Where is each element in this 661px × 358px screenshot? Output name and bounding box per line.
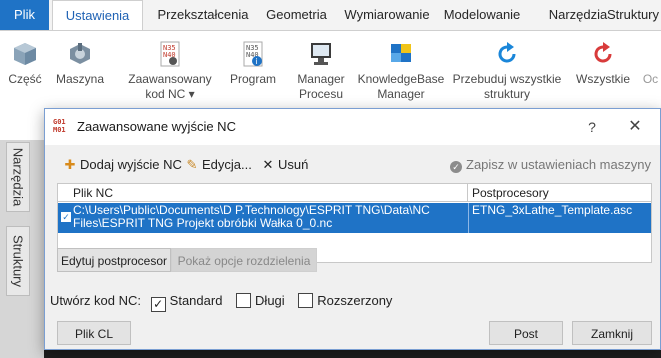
dialog-footer: Plik CL Post Zamknij (45, 318, 660, 349)
tab-struktury[interactable]: Struktury (588, 0, 659, 30)
nc-code-icon: G01 M01 (53, 118, 66, 134)
tab-wymiarowanie[interactable]: Wymiarowanie (338, 0, 436, 30)
svg-text:i: i (256, 57, 258, 66)
edit-button[interactable]: ✎ Edycja... (185, 154, 252, 176)
tab-plik[interactable]: Plik (0, 0, 49, 30)
nc-program-info-icon: N35 N40 i (243, 41, 263, 67)
add-icon: ✚ (64, 157, 76, 172)
tab-ustawienia[interactable]: Ustawienia (52, 0, 143, 30)
generate-nc-options: Utwórz kod NC: ✓ Standard Długi Rozszerzo… (50, 292, 393, 312)
close-button[interactable]: Zamknij (572, 321, 652, 345)
plik-cl-button[interactable]: Plik CL (57, 321, 131, 345)
ribbon-label: KnowledgeBase Manager (357, 72, 445, 101)
rebuild-icon (498, 42, 516, 63)
remove-label: Usuń (278, 157, 309, 172)
remove-icon: ✕ (262, 157, 274, 172)
rebuild-all-icon (594, 42, 612, 63)
ribbon-label: Wszystkie (576, 72, 630, 86)
dialog-title: Zaawansowane wyjście NC (77, 119, 236, 134)
machine-icon (70, 43, 90, 64)
ribbon-button-truncated[interactable]: Oc (640, 41, 661, 87)
column-header-postprocesory[interactable]: Postprocesory (468, 184, 651, 202)
ribbon-tab-strip: Plik Ustawienia Przekształcenia Geometri… (0, 0, 661, 30)
remove-button[interactable]: ✕ Usuń (261, 154, 309, 176)
save-in-machine-settings-button[interactable]: ✓ Zapisz w ustawieniach maszyny (450, 154, 651, 176)
standard-label: Standard (169, 293, 223, 308)
knowledgebase-icon (391, 44, 411, 62)
check-circle-icon: ✓ (450, 161, 462, 173)
rozszerzony-checkbox[interactable] (298, 293, 314, 308)
edit-icon: ✎ (186, 157, 198, 172)
ribbon-label: Przebuduj wszystkie struktury (452, 72, 562, 101)
ribbon-label: Oc (642, 72, 659, 86)
tab-modelowanie[interactable]: Modelowanie (438, 0, 526, 30)
side-tab-narzedzia[interactable]: Narzędzia (6, 142, 30, 212)
column-divider (468, 203, 469, 233)
blank-icon (640, 41, 661, 67)
nc-code-settings-icon: N35 N40 (160, 41, 180, 67)
tab-geometria[interactable]: Geometria (259, 0, 334, 30)
edit-label: Edycja... (202, 157, 252, 172)
ribbon-label: Maszyna (55, 72, 105, 86)
side-tab-struktury[interactable]: Struktury (6, 226, 30, 296)
postprocessor-name: ETNG_3xLathe_Template.asc (472, 203, 633, 217)
dock-panel: Narzędzia Struktury (0, 140, 44, 358)
standard-checkbox[interactable]: ✓ (150, 297, 166, 312)
rozszerzony-label: Rozszerzony (317, 293, 393, 308)
table-row[interactable]: ✓ C:\Users\Public\Documents\D P.Technolo… (58, 203, 651, 233)
process-manager-icon (311, 43, 331, 65)
tab-przeksztalcenia[interactable]: Przekształcenia (148, 0, 258, 30)
ribbon-button-manager-procesu[interactable]: Manager Procesu (292, 41, 350, 102)
add-label: Dodaj wyjście NC (80, 157, 182, 172)
add-nc-output-button[interactable]: ✚ Dodaj wyjście NC (63, 154, 182, 176)
nc-file-path: C:\Users\Public\Documents\D P.Technology… (73, 204, 466, 230)
save-label: Zapisz w ustawieniach maszyny (466, 157, 651, 172)
dialog-titlebar: G01 M01 Zaawansowane wyjście NC ? ✕ (45, 109, 660, 145)
ribbon-button-przebuduj-wszystkie[interactable]: Przebuduj wszystkie struktury (452, 41, 562, 102)
ribbon-button-wszystkie[interactable]: Wszystkie (572, 41, 634, 87)
column-header-plik-nc[interactable]: Plik NC (58, 184, 468, 202)
ribbon-button-knowledgebase-manager[interactable]: KnowledgeBase Manager (354, 41, 448, 102)
ribbon-button-program[interactable]: N35 N40 i Program (225, 41, 281, 87)
ribbon-label: Zaawansowany kod NC ▾ (128, 72, 212, 101)
close-icon[interactable]: ✕ (623, 115, 647, 139)
nc-file-path-line: Files\ESPRIT TNG Projekt obróbki Wałka 0… (73, 216, 333, 230)
part-cube-icon (14, 43, 36, 65)
ribbon-button-maszyna[interactable]: Maszyna (52, 41, 108, 87)
dlugi-label: Długi (255, 293, 285, 308)
side-tab-label: Narzędzia (10, 147, 26, 207)
edit-postprocessor-button[interactable]: Edytuj postprocesor (57, 248, 171, 272)
side-tab-label: Struktury (10, 234, 26, 288)
show-split-options-button[interactable]: Pokaż opcje rozdzielenia (171, 248, 317, 272)
dialog-toolbar: ✚ Dodaj wyjście NC ✎ Edycja... ✕ Usuń ✓ Zapi… (45, 154, 660, 176)
advanced-nc-output-dialog: G01 M01 Zaawansowane wyjście NC ? ✕ ✚ Doda… (44, 108, 661, 350)
ribbon-label: Program (229, 72, 276, 86)
ribbon-label: Manager Procesu (297, 72, 345, 101)
post-button[interactable]: Post (489, 321, 563, 345)
row-checkbox[interactable]: ✓ (61, 212, 71, 222)
dlugi-checkbox[interactable] (236, 293, 252, 308)
help-button[interactable]: ? (580, 115, 604, 139)
ribbon-label: Część (8, 72, 42, 86)
ribbon-button-zaawansowany-kod-nc[interactable]: N35 N40 Zaawansowany kod NC ▾ (120, 41, 220, 102)
ribbon-button-czesc[interactable]: Część (4, 41, 46, 87)
generate-label: Utwórz kod NC: (50, 293, 142, 308)
